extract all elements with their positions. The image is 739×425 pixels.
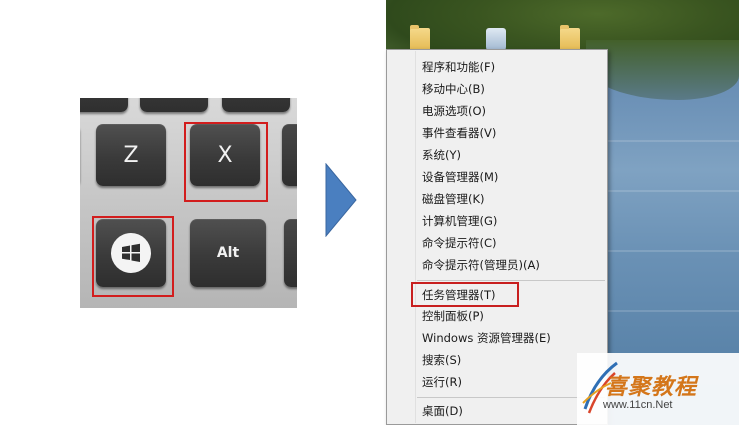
menu-item-device-manager[interactable]: 设备管理器(M) (422, 167, 498, 187)
menu-item-run[interactable]: 运行(R) (422, 372, 462, 392)
menu-item-control-panel[interactable]: 控制面板(P) (422, 306, 484, 326)
keyboard-photo: Z X Alt (80, 98, 297, 308)
key-partial-right (282, 124, 297, 186)
menu-gutter (415, 51, 416, 423)
watermark-url: www.11cn.Net (603, 399, 673, 411)
winx-context-menu: 程序和功能(F) 移动中心(B) 电源选项(O) 事件查看器(V) 系统(Y) … (386, 49, 608, 425)
menu-item-power-options[interactable]: 电源选项(O) (422, 101, 486, 121)
key-alt-label: Alt (216, 245, 240, 261)
menu-item-command-prompt-admin[interactable]: 命令提示符(管理员)(A) (422, 255, 540, 275)
task-manager-highlight (411, 282, 519, 307)
menu-item-computer-management[interactable]: 计算机管理(G) (422, 211, 497, 231)
menu-item-programs-and-features[interactable]: 程序和功能(F) (422, 57, 495, 77)
watermark-title: 喜聚教程 (605, 374, 698, 400)
menu-item-command-prompt[interactable]: 命令提示符(C) (422, 233, 497, 253)
key-partial-top-right (222, 98, 290, 112)
key-alt: Alt (190, 219, 266, 287)
menu-item-system[interactable]: 系统(Y) (422, 145, 461, 165)
windows-key-highlight (92, 216, 174, 297)
key-partial-top-left (80, 98, 128, 112)
watermark: 喜聚教程 www.11cn.Net (577, 353, 739, 425)
x-key-highlight (184, 122, 268, 202)
menu-item-mobility-center[interactable]: 移动中心(B) (422, 79, 485, 99)
key-z: Z (96, 124, 166, 186)
desktop-hill-shore (586, 40, 739, 100)
menu-item-desktop[interactable]: 桌面(D) (422, 401, 463, 421)
menu-item-file-explorer[interactable]: Windows 资源管理器(E) (422, 328, 551, 348)
menu-item-event-viewer[interactable]: 事件查看器(V) (422, 123, 496, 143)
menu-separator (417, 280, 605, 281)
key-partial-top (140, 98, 208, 112)
menu-item-disk-management[interactable]: 磁盘管理(K) (422, 189, 485, 209)
key-partial-bottom-right (284, 219, 297, 287)
right-arrow-icon (325, 163, 357, 237)
key-z-label: Z (123, 142, 139, 168)
menu-item-search[interactable]: 搜索(S) (422, 350, 461, 370)
